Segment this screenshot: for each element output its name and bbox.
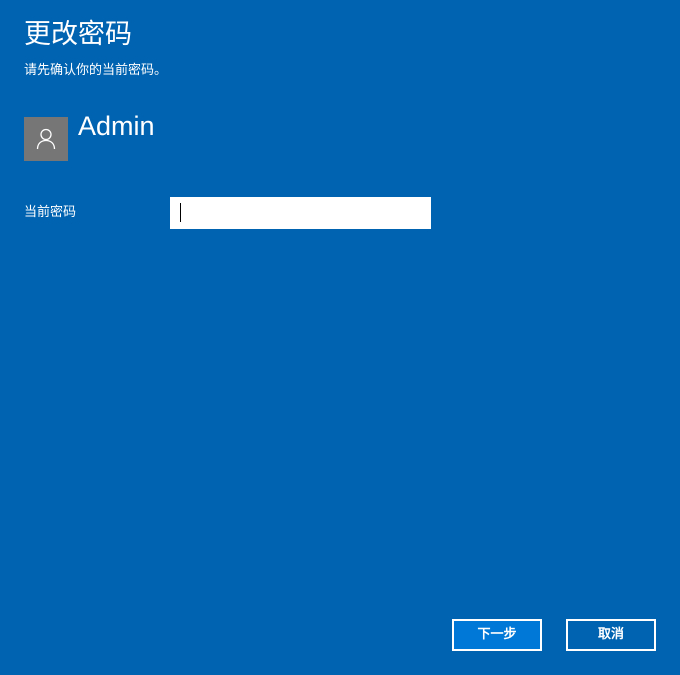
next-button[interactable]: 下一步: [452, 619, 542, 651]
current-password-field[interactable]: [170, 197, 431, 229]
current-password-label: 当前密码: [24, 205, 77, 220]
change-password-dialog: 更改密码 请先确认你的当前密码。 Admin 当前密码 下一步 取消: [0, 0, 680, 675]
text-caret: [180, 203, 181, 222]
page-title: 更改密码: [24, 19, 132, 50]
avatar: [24, 117, 68, 161]
user-avatar-icon: [36, 128, 56, 150]
page-subtitle: 请先确认你的当前密码。: [24, 63, 168, 78]
cancel-button[interactable]: 取消: [566, 619, 656, 651]
account-username: Admin: [78, 111, 155, 141]
